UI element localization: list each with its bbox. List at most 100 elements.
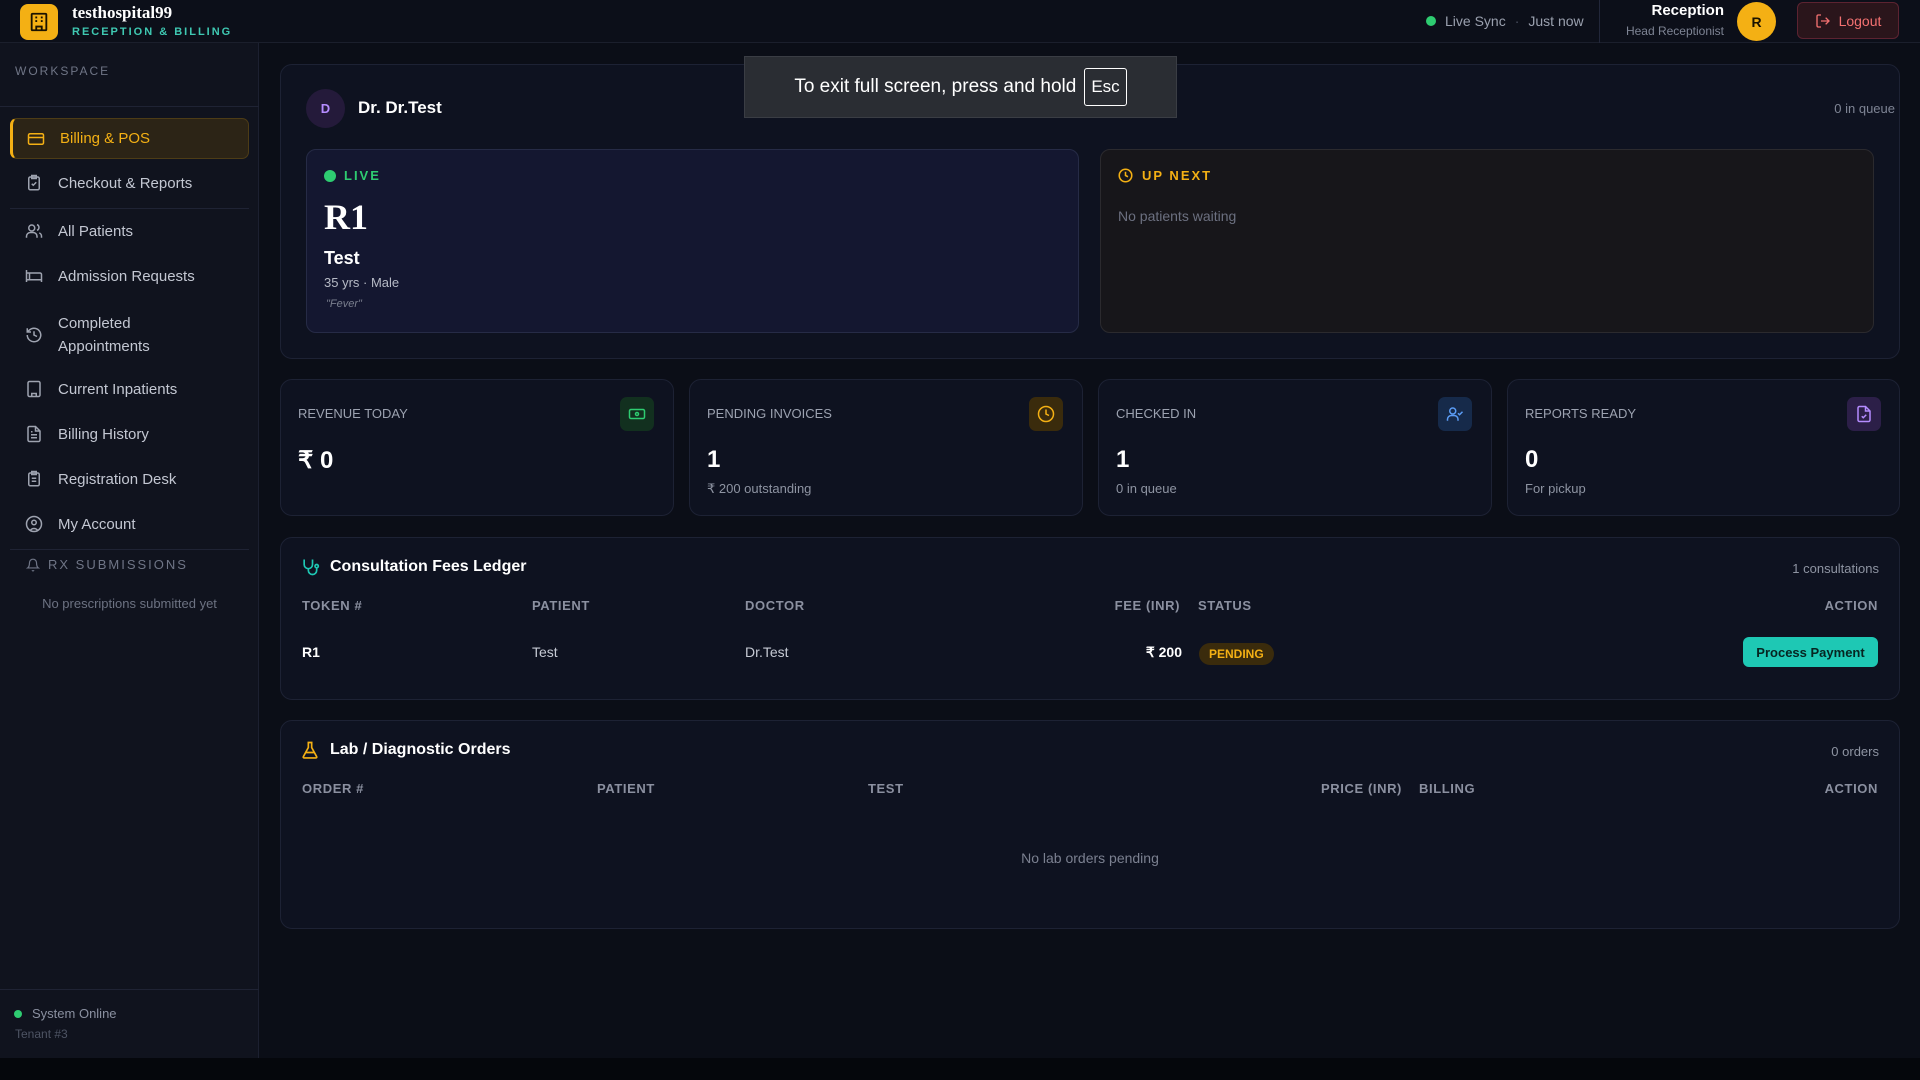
live-dot-icon: [324, 169, 336, 182]
bell-icon: [26, 558, 40, 571]
stethoscope-icon: [303, 559, 320, 576]
consultation-title-text: Consultation Fees Ledger: [330, 558, 527, 575]
live-sync-label: Live Sync: [1445, 13, 1506, 29]
stat-value: 1: [1116, 446, 1130, 473]
process-payment-button[interactable]: Process Payment: [1743, 637, 1878, 667]
file-text-icon: [27, 425, 41, 443]
divider: [0, 106, 259, 107]
divider: [0, 989, 259, 990]
user-check-icon: [1438, 397, 1472, 431]
file-report-icon: [1847, 397, 1881, 431]
esc-key-badge: Esc: [1084, 68, 1127, 106]
logout-label: Logout: [1838, 12, 1882, 29]
tenant-label: Tenant #3: [15, 1027, 68, 1041]
clipboard-check-icon: [28, 174, 40, 191]
stat-value: 0: [1525, 446, 1539, 473]
doctor-avatar: D: [306, 89, 345, 128]
table-cell-patient: Test: [532, 644, 558, 660]
sidebar-item-label: My Account: [58, 515, 136, 533]
lab-orders-title-text: Lab / Diagnostic Orders: [330, 741, 511, 758]
sidebar-item-label: Completed Appointments: [58, 315, 150, 355]
stat-value: ₹ 0: [298, 447, 334, 474]
stat-card-revenue: [280, 379, 674, 516]
sidebar-item-billing-history[interactable]: Billing History: [10, 415, 249, 453]
live-patient-card: [306, 149, 1079, 333]
column-header: PATIENT: [597, 781, 655, 796]
live-patient-note: "Fever": [326, 298, 362, 310]
table-cell-doctor: Dr.Test: [745, 644, 789, 660]
stat-label: CHECKED IN: [1116, 406, 1197, 421]
sidebar-item-current-inpatients[interactable]: Current Inpatients: [10, 370, 249, 408]
column-header: STATUS: [1198, 598, 1252, 613]
sidebar-item-billing-pos[interactable]: Billing & POS: [10, 118, 249, 159]
live-sync-status: Live Sync · Just now: [1426, 13, 1584, 29]
hospital-name: testhospital99: [72, 3, 173, 22]
sidebar-item-registration-desk[interactable]: Registration Desk: [10, 460, 249, 498]
stat-label: PENDING INVOICES: [707, 406, 832, 421]
consultation-title: Consultation Fees Ledger: [300, 557, 526, 577]
live-token: R1: [324, 197, 368, 237]
sidebar-item-checkout-reports[interactable]: Checkout & Reports: [10, 164, 249, 202]
lab-orders-card: [280, 720, 1900, 929]
stat-sub: ₹ 200 outstanding: [707, 481, 812, 496]
status-badge: PENDING: [1199, 643, 1274, 665]
sidebar-item-my-account[interactable]: My Account: [10, 505, 249, 543]
up-next-label: UP NEXT: [1118, 168, 1212, 183]
fullscreen-exit-toast: To exit full screen, press and hold Esc: [744, 56, 1177, 118]
live-label: LIVE: [324, 168, 381, 183]
user-avatar[interactable]: R: [1737, 2, 1776, 41]
stat-sub: For pickup: [1525, 481, 1586, 496]
table-cell-token: R1: [302, 644, 320, 660]
rx-submissions-label: RX SUBMISSIONS: [26, 557, 188, 572]
table-cell-fee: ₹ 200: [1145, 644, 1182, 660]
bottom-band: [0, 1058, 1920, 1080]
logout-button[interactable]: Logout: [1797, 2, 1899, 39]
status-dot-icon: [14, 1009, 22, 1018]
separator: ·: [1514, 13, 1520, 29]
column-header: PATIENT: [532, 598, 590, 613]
doctor-name: Dr. Dr.Test: [358, 98, 442, 117]
column-header: PRICE (INR): [1321, 781, 1402, 796]
system-status: System Online: [14, 1006, 117, 1021]
stat-value: 1: [707, 446, 721, 473]
sidebar-item-admission-requests[interactable]: Admission Requests: [10, 257, 249, 295]
live-patient-name: Test: [324, 248, 360, 268]
column-header: FEE (INR): [1114, 598, 1180, 613]
bed-icon: [25, 270, 43, 282]
sidebar-item-label: Checkout & Reports: [58, 174, 193, 192]
column-header: TEST: [868, 781, 904, 796]
user-circle-icon: [25, 515, 43, 533]
clock-icon: [1118, 168, 1133, 183]
column-header: BILLING: [1419, 781, 1476, 796]
system-status-label: System Online: [32, 1006, 117, 1021]
column-header: DOCTOR: [745, 598, 805, 613]
lab-orders-title: Lab / Diagnostic Orders: [300, 740, 510, 760]
rx-empty-message: No prescriptions submitted yet: [42, 596, 217, 611]
sidebar-item-label: Billing History: [58, 425, 149, 443]
live-label-text: LIVE: [344, 168, 381, 183]
column-header: ACTION: [1824, 598, 1878, 613]
flask-icon: [302, 741, 318, 759]
sidebar-item-label: Registration Desk: [58, 470, 177, 488]
clock-icon: [1029, 397, 1063, 431]
live-patient-meta: 35 yrs · Male: [324, 275, 400, 290]
up-next-card: [1100, 149, 1874, 333]
users-icon: [25, 223, 43, 238]
queue-count: 0 in queue: [1834, 101, 1895, 116]
clipboard-list-icon: [28, 470, 40, 487]
sidebar-item-label: Current Inpatients: [58, 380, 178, 398]
sidebar-item-all-patients[interactable]: All Patients: [10, 212, 249, 250]
sidebar-item-completed-appointments[interactable]: Completed Appointments: [10, 305, 249, 365]
user-role: Head Receptionist: [1625, 24, 1724, 38]
divider: [10, 549, 249, 550]
sidebar-item-label: Billing & POS: [60, 130, 151, 147]
fullscreen-toast-text: To exit full screen, press and hold: [794, 76, 1077, 97]
history-icon: [26, 327, 42, 343]
banknote-icon: [620, 397, 654, 431]
column-header: TOKEN #: [302, 598, 363, 613]
hospital-subtitle: RECEPTION & BILLING: [72, 26, 233, 38]
up-next-label-text: UP NEXT: [1142, 168, 1213, 183]
sync-status-dot-icon: [1426, 16, 1436, 26]
user-name: Reception: [1651, 2, 1724, 19]
logout-icon: [1815, 13, 1830, 28]
